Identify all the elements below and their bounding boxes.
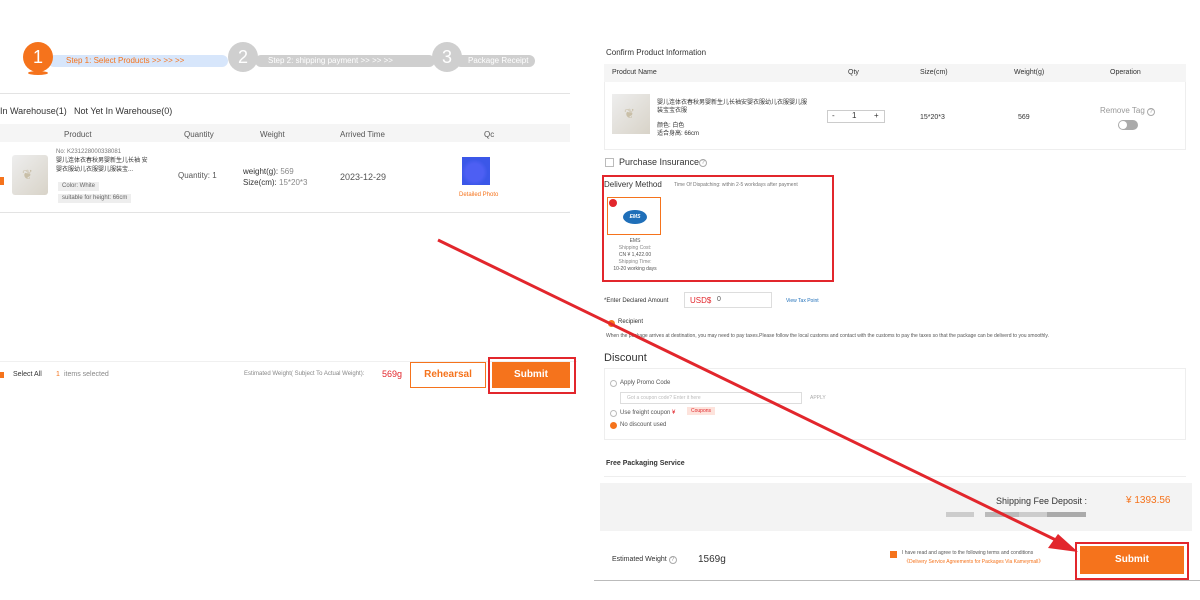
annotation-arrow (437, 238, 1078, 552)
arrow-line (437, 238, 1063, 545)
arrow-head (1048, 534, 1078, 552)
